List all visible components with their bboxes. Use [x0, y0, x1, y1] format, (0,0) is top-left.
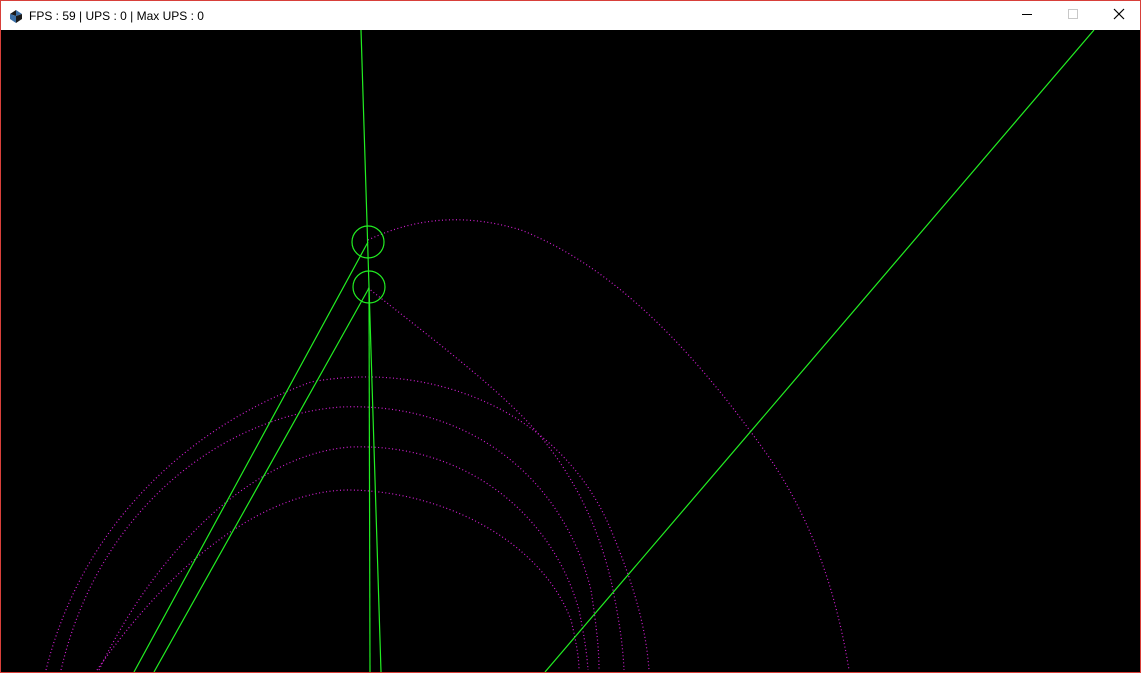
trajectory-arc	[367, 219, 850, 671]
java-cup-icon	[7, 7, 25, 25]
force-line	[133, 241, 369, 672]
trajectory-arc	[45, 376, 650, 671]
simulation-canvas[interactable]	[1, 30, 1140, 672]
minimize-icon	[1021, 7, 1033, 25]
trajectory-arc	[60, 406, 600, 671]
title-bar[interactable]: FPS : 59 | UPS : 0 | Max UPS : 0	[1, 1, 1140, 30]
close-button[interactable]	[1096, 1, 1140, 30]
trajectory-arc	[367, 287, 625, 671]
window-title: FPS : 59 | UPS : 0 | Max UPS : 0	[29, 9, 204, 23]
close-icon	[1113, 7, 1125, 25]
force-line	[368, 287, 371, 672]
force-line	[153, 287, 370, 672]
minimize-button[interactable]	[1004, 1, 1050, 30]
trajectory-arc	[96, 489, 580, 671]
force-line	[544, 30, 1095, 672]
trajectory-arc	[98, 446, 589, 671]
app-window: FPS : 59 | UPS : 0 | Max UPS : 0	[0, 0, 1141, 673]
maximize-button[interactable]	[1050, 1, 1096, 30]
force-line	[360, 30, 382, 672]
maximize-icon	[1067, 7, 1079, 25]
